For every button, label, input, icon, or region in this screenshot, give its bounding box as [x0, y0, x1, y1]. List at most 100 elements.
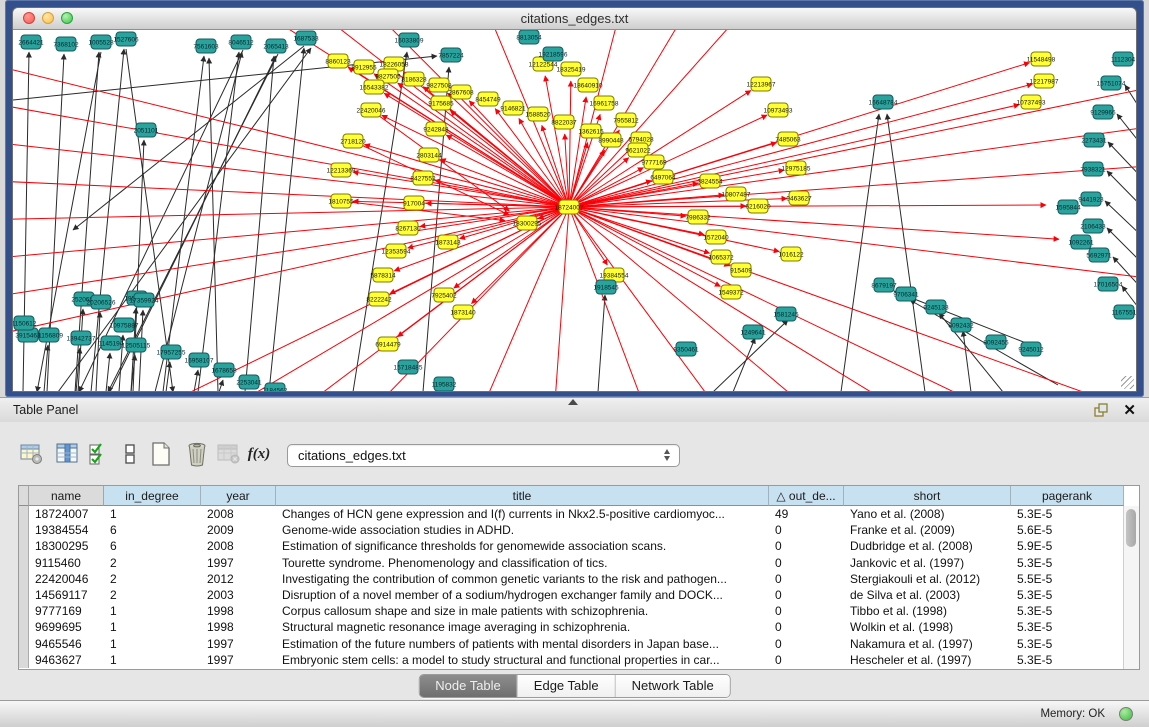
- graph-node[interactable]: 2106433: [1080, 219, 1106, 233]
- graph-node[interactable]: 6497064: [650, 170, 676, 184]
- table-cell[interactable]: 0: [769, 571, 844, 587]
- table-row[interactable]: 1872400712008Changes of HCN gene express…: [19, 506, 1139, 522]
- table-cell[interactable]: 2012: [201, 571, 276, 587]
- graph-node[interactable]: 1918545: [593, 280, 619, 294]
- table-cell[interactable]: 2: [104, 571, 201, 587]
- graph-node[interactable]: 10973493: [764, 103, 793, 117]
- table-cell[interactable]: [19, 522, 29, 538]
- table-cell[interactable]: 0: [769, 636, 844, 652]
- column-header-out_de[interactable]: △ out_de...: [769, 486, 844, 506]
- table-cell[interactable]: 6: [104, 538, 201, 554]
- graph-node[interactable]: 7485063: [775, 132, 801, 146]
- row-margin-header[interactable]: [19, 486, 29, 506]
- table-cell[interactable]: [19, 571, 29, 587]
- graph-node[interactable]: 8813054: [516, 30, 542, 44]
- graph-node[interactable]: 8222242: [366, 292, 392, 306]
- select-all-check-icon[interactable]: [86, 440, 112, 468]
- graph-node[interactable]: 917004: [403, 196, 425, 210]
- graph-node[interactable]: 12217987: [1030, 74, 1059, 88]
- graph-node[interactable]: 8186328: [401, 72, 427, 86]
- column-header-year[interactable]: year: [201, 486, 276, 506]
- graph-node[interactable]: 6216020: [745, 199, 771, 213]
- table-cell[interactable]: Franke et al. (2009): [844, 522, 1011, 538]
- graph-node[interactable]: 9706341: [893, 287, 919, 301]
- table-cell[interactable]: 0: [769, 603, 844, 619]
- table-cell[interactable]: Disruption of a novel member of a sodium…: [276, 587, 769, 603]
- graph-node[interactable]: 6914479: [375, 337, 401, 351]
- float-panel-icon[interactable]: [1093, 402, 1109, 418]
- graph-node[interactable]: 17016504: [1094, 277, 1123, 291]
- row-boxes-icon[interactable]: [117, 440, 143, 468]
- show-columns-icon[interactable]: [55, 440, 81, 468]
- table-cell[interactable]: [19, 538, 29, 554]
- graph-node[interactable]: 1150612: [13, 316, 37, 330]
- table-cell[interactable]: 0: [769, 538, 844, 554]
- table-row[interactable]: 969969511998Structural magnetic resonanc…: [19, 619, 1139, 635]
- graph-node[interactable]: 9175685: [428, 96, 454, 110]
- table-cell[interactable]: 5.6E-5: [1011, 522, 1124, 538]
- graph-node[interactable]: 9242848: [423, 122, 449, 136]
- column-header-short[interactable]: short: [844, 486, 1011, 506]
- graph-node[interactable]: 9350461: [673, 342, 699, 356]
- graph-node[interactable]: 1112304: [1111, 52, 1136, 66]
- graph-node[interactable]: 12353594: [382, 244, 411, 258]
- table-row[interactable]: 911546021997Tourette syndrome. Phenomeno…: [19, 555, 1139, 571]
- tab-edge-table[interactable]: Edge Table: [518, 675, 616, 697]
- table-cell[interactable]: Dudbridge et al. (2008): [844, 538, 1011, 554]
- table-cell[interactable]: 9463627: [29, 652, 104, 668]
- graph-node[interactable]: 2664421: [18, 35, 44, 49]
- table-cell[interactable]: 1997: [201, 636, 276, 652]
- table-cell[interactable]: de Silva et al. (2003): [844, 587, 1011, 603]
- table-cell[interactable]: Embryonic stem cells: a model to study s…: [276, 652, 769, 668]
- graph-node[interactable]: 1810755: [328, 194, 354, 208]
- table-cell[interactable]: 5.3E-5: [1011, 603, 1124, 619]
- graph-node[interactable]: 1588520: [525, 107, 551, 121]
- table-cell[interactable]: [19, 587, 29, 603]
- table-cell[interactable]: 18300295: [29, 538, 104, 554]
- table-cell[interactable]: 1: [104, 636, 201, 652]
- graph-node[interactable]: 2065413: [263, 39, 289, 53]
- table-cell[interactable]: Tourette syndrome. Phenomenology and cla…: [276, 555, 769, 571]
- table-cell[interactable]: 2: [104, 587, 201, 603]
- graph-node[interactable]: 1572040: [703, 230, 729, 244]
- table-cell[interactable]: 9699695: [29, 619, 104, 635]
- table-cell[interactable]: 1: [104, 619, 201, 635]
- graph-node[interactable]: 18640910: [574, 78, 603, 92]
- graph-node[interactable]: 2051101: [134, 123, 159, 137]
- graph-node[interactable]: 7938321: [1080, 162, 1106, 176]
- graph-node[interactable]: 1249641: [740, 325, 766, 339]
- table-row[interactable]: 946362711997Embryonic stem cells: a mode…: [19, 652, 1139, 668]
- table-cell[interactable]: [19, 506, 29, 522]
- table-settings-icon[interactable]: [19, 440, 45, 468]
- graph-node[interactable]: 8860123: [325, 54, 351, 68]
- graph-node[interactable]: 2718120: [340, 134, 366, 148]
- table-cell[interactable]: Stergiakouli et al. (2012): [844, 571, 1011, 587]
- table-cell[interactable]: Jankovic et al. (1997): [844, 555, 1011, 571]
- table-cell[interactable]: 1: [104, 603, 201, 619]
- function-builder-icon[interactable]: f(x): [246, 440, 272, 468]
- table-cell[interactable]: 1: [104, 506, 201, 522]
- table-cell[interactable]: 5.9E-5: [1011, 538, 1124, 554]
- graph-node[interactable]: 2867608: [448, 85, 474, 99]
- graph-node[interactable]: 9463627: [786, 191, 812, 205]
- table-cell[interactable]: 9465546: [29, 636, 104, 652]
- panel-resize-grip[interactable]: [568, 399, 578, 405]
- table-cell[interactable]: [19, 555, 29, 571]
- graph-node[interactable]: 8822037: [551, 115, 577, 129]
- table-cell[interactable]: 2008: [201, 538, 276, 554]
- graph-node[interactable]: 8427552: [410, 171, 436, 185]
- graph-node[interactable]: 915409: [730, 263, 752, 277]
- graph-node[interactable]: 15751074: [1097, 76, 1126, 90]
- graph-node[interactable]: 18325419: [557, 62, 586, 76]
- scrollbar-thumb[interactable]: [1126, 509, 1136, 547]
- table-cell[interactable]: 1997: [201, 652, 276, 668]
- table-cell[interactable]: Changes of HCN gene expression and I(f) …: [276, 506, 769, 522]
- graph-node[interactable]: 10807487: [722, 187, 751, 201]
- graph-node[interactable]: 9129966: [1090, 105, 1116, 119]
- graph-node[interactable]: 9441923: [1078, 192, 1104, 206]
- table-cell[interactable]: 5.3E-5: [1011, 619, 1124, 635]
- table-cell[interactable]: 2: [104, 555, 201, 571]
- table-row[interactable]: 946554611997Estimation of the future num…: [19, 636, 1139, 652]
- graph-node[interactable]: 12975185: [782, 161, 811, 175]
- table-cell[interactable]: 49: [769, 506, 844, 522]
